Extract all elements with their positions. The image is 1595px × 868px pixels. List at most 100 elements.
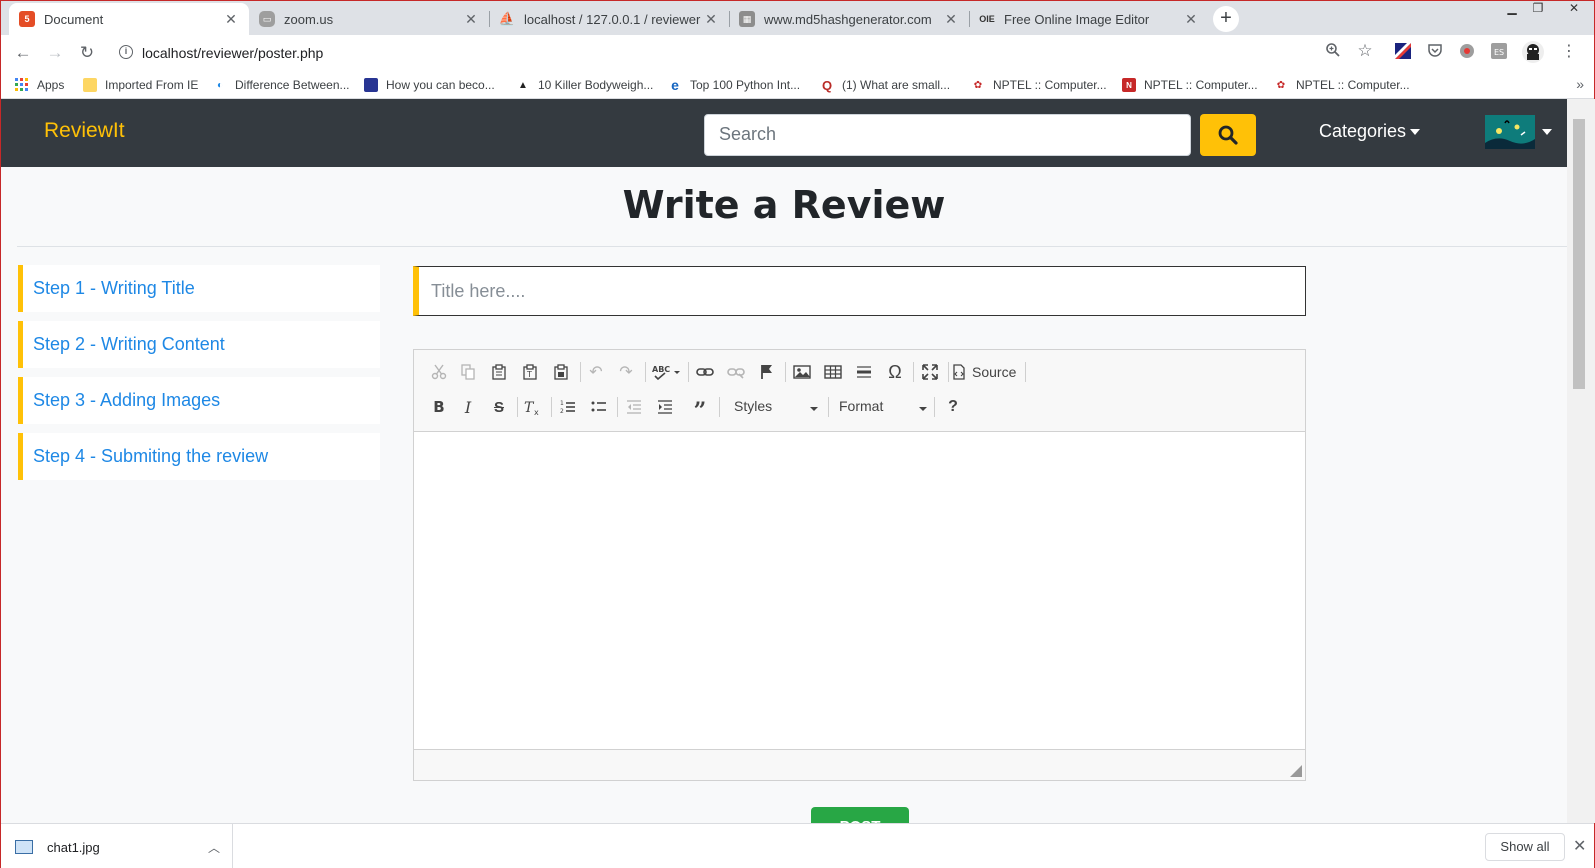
close-window-icon[interactable]: ✕ [1561,1,1587,19]
browser-menu-icon[interactable]: ⋮ [1559,41,1579,61]
bookmark-quora[interactable]: Q (1) What are small... [820,76,950,94]
editor-content-area[interactable] [414,432,1305,751]
bookmark-difference-between[interactable]: ◐ Difference Between... [213,76,350,94]
step-1-link[interactable]: Step 1 - Writing Title [18,265,380,312]
bold-icon[interactable]: B [426,394,452,420]
download-item[interactable]: chat1.jpg ︿ [15,824,233,868]
svg-text:x: x [534,408,539,415]
categories-dropdown[interactable]: Categories [1319,121,1421,142]
avatar-caret-icon[interactable] [1542,129,1552,135]
address-bar[interactable]: i localhost/reviewer/poster.php [113,38,1373,68]
review-title-input[interactable]: Title here.... [413,266,1306,316]
italic-icon[interactable]: I [455,394,481,420]
image-icon[interactable] [789,359,815,385]
bookmark-killer-bodyweight[interactable]: ▲ 10 Killer Bodyweigh... [516,76,653,94]
tab-close-icon[interactable]: ✕ [943,11,959,28]
remove-format-icon[interactable]: Tx [520,394,546,420]
horizontal-line-icon[interactable] [851,359,877,385]
bookmark-python-interview[interactable]: e Top 100 Python Int... [668,76,800,94]
styles-label: Styles [734,398,773,414]
link-icon[interactable] [692,359,718,385]
bookmark-nptel-1[interactable]: ✿ NPTEL :: Computer... [971,76,1107,94]
table-icon[interactable] [820,359,846,385]
step-3-link[interactable]: Step 3 - Adding Images [18,377,380,424]
maximize-icon[interactable] [917,359,943,385]
paste-from-word-icon[interactable] [548,359,574,385]
site-info-icon[interactable]: i [119,45,133,59]
source-button[interactable]: Source [952,359,1024,385]
tab-close-icon[interactable]: ✕ [223,11,239,28]
svg-text:ABC: ABC [652,365,670,374]
undo-icon[interactable]: ↶ [583,359,609,385]
pocket-icon[interactable] [1425,42,1445,62]
search-input[interactable]: Search [704,114,1191,156]
forward-icon[interactable]: → [43,41,67,65]
unlink-icon[interactable] [723,359,749,385]
numbered-list-icon[interactable]: 12 [555,394,581,420]
anchor-flag-icon[interactable] [754,359,780,385]
increase-indent-icon[interactable] [652,394,678,420]
restore-icon[interactable]: ❐ [1525,1,1551,19]
special-character-icon[interactable]: Ω [882,359,908,385]
back-icon[interactable]: ← [11,41,35,65]
bulleted-list-icon[interactable] [586,394,612,420]
page-scrollbar[interactable] [1567,99,1595,823]
format-dropdown[interactable]: Format [839,398,927,422]
bookmark-star-icon[interactable]: ☆ [1355,41,1375,61]
cut-icon[interactable] [426,359,452,385]
tab-close-icon[interactable]: ✕ [1183,11,1199,28]
decrease-indent-icon[interactable] [621,394,647,420]
paste-text-icon[interactable]: T [517,359,543,385]
post-button[interactable]: POST [811,807,909,823]
styles-dropdown[interactable]: Styles [734,398,818,422]
tab-title: www.md5hashgenerator.com [764,11,932,27]
extension-flag-icon[interactable] [1393,43,1413,63]
user-avatar[interactable] [1485,115,1535,149]
scrollbar-thumb[interactable] [1573,119,1585,389]
reload-icon[interactable]: ↻ [75,41,99,65]
more-bookmarks-icon[interactable]: » [1576,76,1584,92]
show-all-button[interactable]: Show all [1485,833,1565,861]
browser-tab-zoom[interactable]: ▭ zoom.us ✕ [249,3,490,35]
bookmark-nptel-3[interactable]: ✿ NPTEL :: Computer... [1274,76,1410,94]
bookmark-how-you-can[interactable]: How you can beco... [364,76,495,94]
close-download-shelf-icon[interactable]: ✕ [1573,836,1586,856]
bookmark-imported-from-ie[interactable]: Imported From IE [83,76,198,94]
dropdown-arrow-icon [810,407,818,411]
brand-logo[interactable]: ReviewIt [44,119,125,143]
bookmark-label: NPTEL :: Computer... [1296,78,1410,92]
toolbar-separator [517,397,518,417]
toolbar-separator [913,362,914,382]
resize-grip-icon[interactable] [1290,765,1302,777]
chevron-up-icon[interactable]: ︿ [208,839,220,856]
bookmark-nptel-2[interactable]: N NPTEL :: Computer... [1122,76,1258,94]
source-label: Source [972,364,1017,380]
zoom-magnifier-icon[interactable] [1323,42,1343,62]
apps-grid-icon [15,78,29,92]
step-2-link[interactable]: Step 2 - Writing Content [18,321,380,368]
url-text[interactable]: localhost/reviewer/poster.php [142,45,323,61]
browser-tab-phpmyadmin[interactable]: ⛵ localhost / 127.0.0.1 / reviewer / ✕ [489,3,730,35]
bookmark-apps[interactable]: Apps [15,76,64,94]
search-button[interactable] [1200,114,1256,156]
browser-tab-image-editor[interactable]: OIE Free Online Image Editor ✕ [969,3,1209,35]
extension-circle-icon[interactable] [1457,43,1477,63]
browser-tab-document[interactable]: 5 Document ✕ [9,3,249,35]
new-tab-button[interactable]: + [1213,6,1239,32]
tab-close-icon[interactable]: ✕ [703,11,719,28]
minimize-icon[interactable]: ▁ [1499,1,1525,19]
browser-tab-md5[interactable]: ▦ www.md5hashgenerator.com ✕ [729,3,970,35]
extension-es-icon[interactable]: ES [1489,43,1509,63]
blockquote-icon[interactable]: ” [687,394,713,424]
spellcheck-icon[interactable]: ABC [650,359,684,385]
paste-icon[interactable] [486,359,512,385]
help-icon[interactable]: ? [940,394,966,420]
strikethrough-icon[interactable]: S [486,394,512,420]
step-4-link[interactable]: Step 4 - Submiting the review [18,433,380,480]
image-file-icon [15,840,33,854]
redo-icon[interactable]: ↷ [613,359,639,385]
tab-close-icon[interactable]: ✕ [463,11,479,28]
copy-icon[interactable] [455,359,481,385]
profile-avatar-icon[interactable] [1521,40,1545,64]
bookmark-icon: ◐ [216,79,224,91]
